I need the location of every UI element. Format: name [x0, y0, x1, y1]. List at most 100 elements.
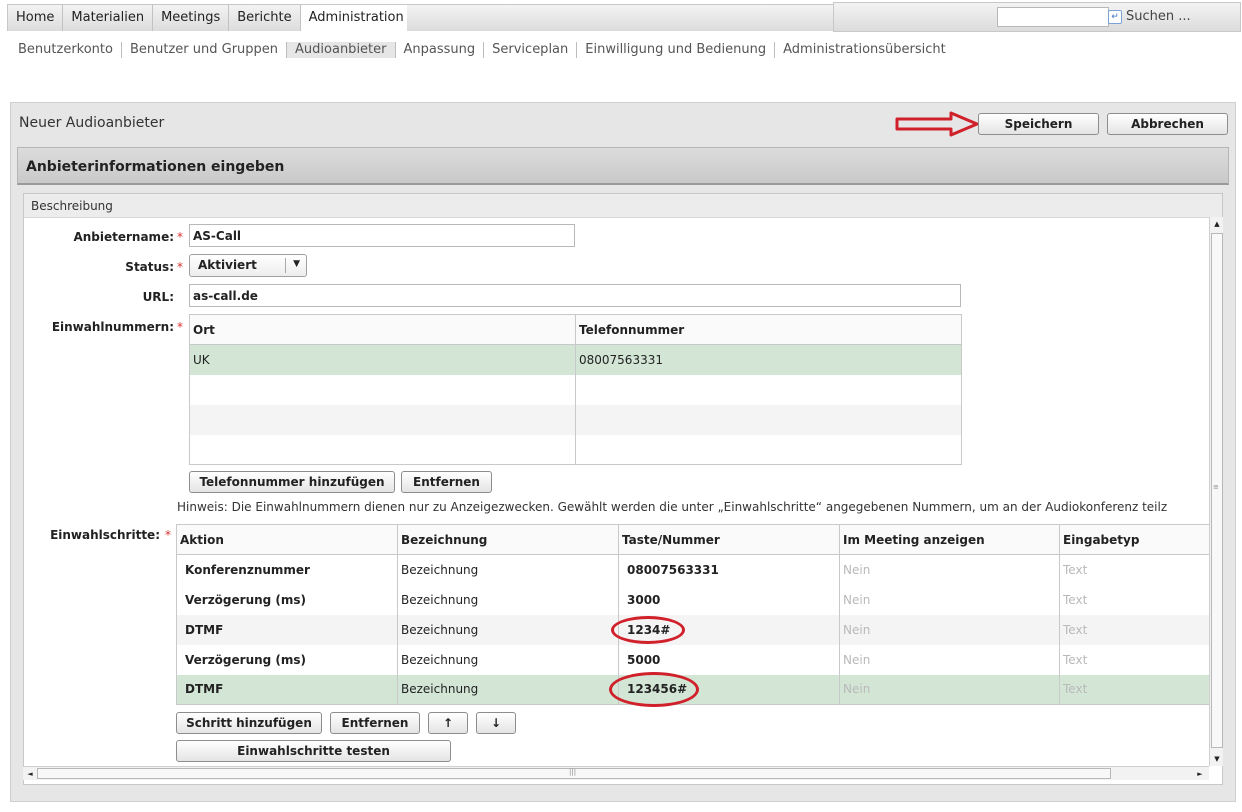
chevron-down-icon: ▼	[293, 259, 300, 269]
table-cell: 5000	[618, 644, 840, 675]
provider-name-input[interactable]	[189, 224, 575, 247]
table-row[interactable]: Verzögerung (ms) Bezeichnung 5000 Nein T…	[176, 644, 1210, 675]
subsection-header: Beschreibung	[24, 194, 1222, 218]
dialin-label: Einwahlnummern:	[51, 320, 174, 334]
scroll-right-icon[interactable]: ►	[1193, 767, 1207, 781]
required-marker: *	[177, 260, 183, 274]
subnav-serviceplan[interactable]: Serviceplan	[484, 42, 578, 58]
table-cell: Nein	[839, 644, 1060, 675]
remove-phone-number-button[interactable]: Entfernen	[401, 471, 492, 493]
table-cell: Text	[1059, 614, 1210, 645]
table-cell	[575, 404, 962, 435]
status-select[interactable]: Aktiviert ▼	[189, 254, 307, 277]
column-header[interactable]: Ort	[189, 314, 576, 345]
add-step-button[interactable]: Schritt hinzufügen	[176, 712, 322, 734]
table-row[interactable]: Konferenznummer Bezeichnung 08007563331 …	[176, 554, 1210, 585]
url-input[interactable]	[189, 284, 961, 307]
table-cell: Nein	[839, 584, 1060, 615]
red-arrow-annotation-icon	[895, 111, 979, 137]
subsection-title: Beschreibung	[31, 199, 113, 213]
add-phone-number-button[interactable]: Telefonnummer hinzufügen	[189, 471, 395, 493]
test-steps-button[interactable]: Einwahlschritte testen	[176, 740, 451, 762]
top-navigation: Home Materialien Meetings Berichte Admin…	[0, 0, 1242, 36]
search-label[interactable]: Suchen ...	[1126, 9, 1191, 24]
status-label: Status:	[125, 260, 174, 274]
tab-meetings[interactable]: Meetings	[153, 5, 230, 31]
red-oval-annotation	[609, 672, 699, 707]
table-cell: 08007563331	[618, 554, 840, 585]
table-row[interactable]	[189, 404, 962, 435]
scroll-left-icon[interactable]: ◄	[23, 767, 37, 781]
move-up-button[interactable]: ↑	[428, 712, 468, 734]
url-label: URL:	[142, 290, 174, 304]
column-header[interactable]: Eingabetyp	[1059, 524, 1210, 555]
subnav-einwilligung[interactable]: Einwilligung und Bedienung	[577, 42, 776, 58]
column-header[interactable]: Im Meeting anzeigen	[839, 524, 1060, 555]
table-cell	[575, 374, 962, 405]
table-row[interactable]: UK 08007563331	[189, 344, 962, 375]
grip-icon: ≡	[1213, 483, 1219, 491]
section-title: Anbieterinformationen eingeben	[26, 159, 285, 175]
save-button[interactable]: Speichern	[978, 113, 1099, 135]
tab-bar-fill	[407, 4, 833, 31]
search-input[interactable]	[997, 7, 1109, 27]
scroll-up-icon[interactable]: ▲	[1211, 217, 1223, 231]
main-tabs: Home Materialien Meetings Berichte Admin…	[7, 4, 413, 31]
table-cell: Bezeichnung	[397, 584, 619, 615]
table-cell: Nein	[839, 554, 1060, 585]
column-header[interactable]: Taste/Nummer	[618, 524, 840, 555]
column-header[interactable]: Aktion	[176, 524, 398, 555]
table-cell	[189, 404, 576, 435]
table-cell: Bezeichnung	[397, 674, 619, 705]
steps-table: Aktion Bezeichnung Taste/Nummer Im Meeti…	[176, 524, 1210, 705]
scroll-down-icon[interactable]: ▼	[1211, 752, 1223, 766]
dialin-table: Ort Telefonnummer UK 08007563331	[189, 314, 962, 465]
subnav-administrationsuebersicht[interactable]: Administrationsübersicht	[775, 42, 954, 58]
subnav-audioanbieter[interactable]: Audioanbieter	[287, 42, 396, 58]
table-cell: Bezeichnung	[397, 644, 619, 675]
table-cell: DTMF	[176, 674, 398, 705]
tab-berichte[interactable]: Berichte	[229, 5, 301, 31]
steps-label: Einwahlschritte:	[50, 528, 160, 542]
horizontal-scrollbar[interactable]: ◄ ||| ►	[23, 766, 1209, 780]
status-value: Aktiviert	[198, 258, 257, 272]
vertical-scrollbar[interactable]: ▲ ≡ ▼	[1209, 217, 1223, 766]
table-cell: Nein	[839, 674, 1060, 705]
table-header-row: Ort Telefonnummer	[189, 314, 962, 345]
table-cell: Text	[1059, 674, 1210, 705]
grip-icon: |||	[569, 768, 577, 776]
table-row[interactable]: DTMF Bezeichnung 1234# Nein Text	[176, 614, 1210, 645]
remove-step-button[interactable]: Entfernen	[330, 712, 420, 734]
column-header[interactable]: Bezeichnung	[397, 524, 619, 555]
table-cell	[189, 434, 576, 465]
required-marker: *	[177, 230, 183, 244]
table-cell: Bezeichnung	[397, 614, 619, 645]
table-cell: Verzögerung (ms)	[176, 644, 398, 675]
table-row[interactable]	[189, 434, 962, 465]
required-marker: *	[165, 528, 171, 542]
page-title: Neuer Audioanbieter	[19, 115, 165, 131]
required-marker: *	[177, 320, 183, 334]
tab-administration[interactable]: Administration	[300, 5, 412, 31]
tab-home[interactable]: Home	[8, 5, 64, 31]
cancel-button[interactable]: Abbrechen	[1107, 113, 1228, 135]
table-cell: Nein	[839, 614, 1060, 645]
tab-materialien[interactable]: Materialien	[63, 5, 154, 31]
subnav-benutzerkonto[interactable]: Benutzerkonto	[10, 42, 122, 58]
table-cell: Bezeichnung	[397, 554, 619, 585]
subnav-benutzer-und-gruppen[interactable]: Benutzer und Gruppen	[122, 42, 288, 58]
table-cell: 08007563331	[575, 344, 962, 375]
table-cell	[575, 434, 962, 465]
table-header-row: Aktion Bezeichnung Taste/Nummer Im Meeti…	[176, 524, 1210, 555]
hint-text: Hinweis: Die Einwahlnummern dienen nur z…	[177, 500, 1168, 514]
sub-navigation: Benutzerkonto Benutzer und Gruppen Audio…	[10, 40, 954, 60]
table-row[interactable]	[189, 374, 962, 405]
move-down-button[interactable]: ↓	[476, 712, 516, 734]
search-icon[interactable]: ↵	[1108, 10, 1122, 24]
column-header[interactable]: Telefonnummer	[575, 314, 962, 345]
table-row[interactable]: Verzögerung (ms) Bezeichnung 3000 Nein T…	[176, 584, 1210, 615]
provider-name-label: Anbietername:	[73, 230, 174, 244]
red-oval-annotation	[611, 616, 685, 644]
section-header: Anbieterinformationen eingeben	[17, 147, 1229, 185]
subnav-anpassung[interactable]: Anpassung	[396, 42, 485, 58]
